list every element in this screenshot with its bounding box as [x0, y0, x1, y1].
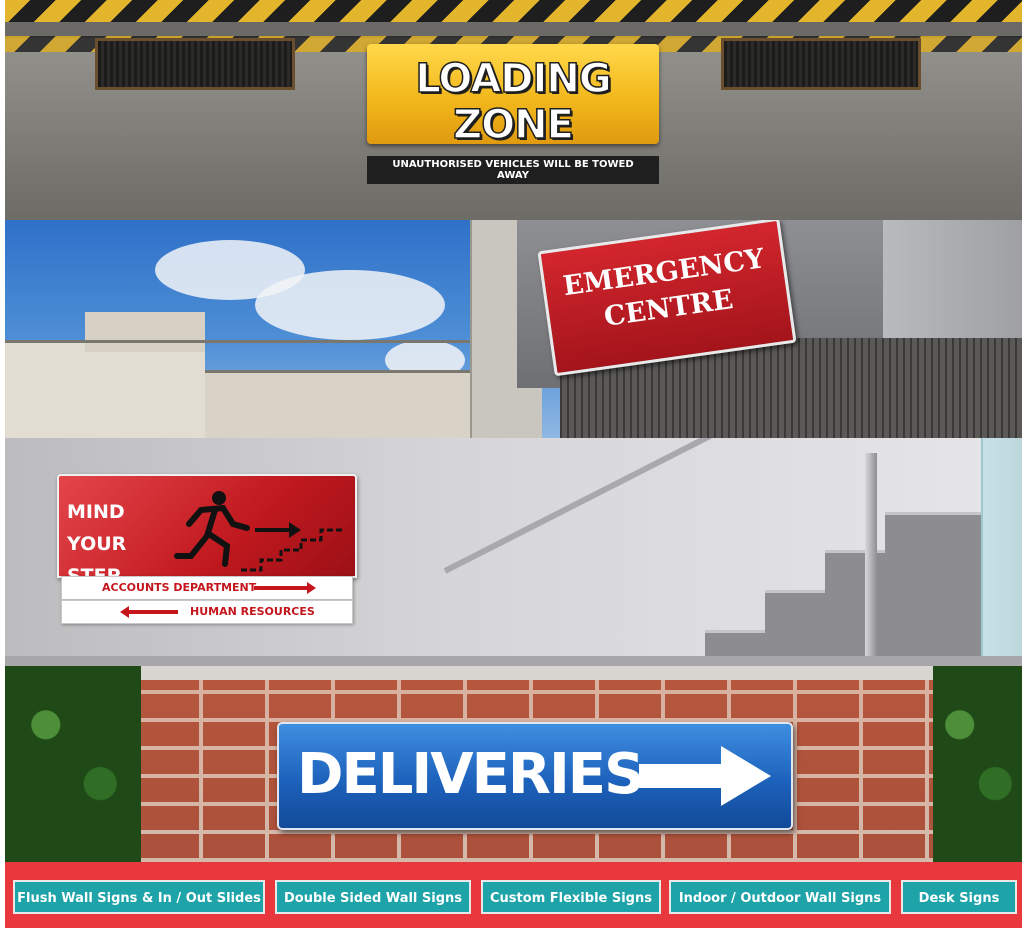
mind-your-step-sign: MIND YOUR STEP — [57, 474, 357, 587]
arrow-right-icon — [639, 746, 771, 806]
nav-indoor-outdoor-wall-signs[interactable]: Indoor / Outdoor Wall Signs — [669, 880, 891, 914]
deliveries-sign: DELIVERIES — [277, 722, 793, 830]
loading-zone-title: LOADING ZONE — [415, 55, 613, 149]
hazard-stripes — [5, 0, 1022, 22]
stairs-icon — [241, 528, 343, 572]
direction-accounts: ACCOUNTS DEPARTMENT — [61, 576, 353, 600]
emergency-centre-banner: EMERGENCY CENTRE — [5, 220, 1022, 438]
category-nav: Flush Wall Signs & In / Out Slides Doubl… — [5, 862, 1022, 928]
loading-zone-sign: LOADING ZONE UNAUTHORISED VEHICLES WILL … — [367, 44, 659, 184]
loading-zone-banner: LOADING ZONE UNAUTHORISED VEHICLES WILL … — [5, 0, 1022, 220]
direction-hr-label: HUMAN RESOURCES — [190, 605, 315, 618]
nav-flush-wall-signs[interactable]: Flush Wall Signs & In / Out Slides — [13, 880, 265, 914]
roof-line — [205, 370, 470, 373]
arrow-right-icon — [254, 582, 316, 594]
stair-step — [825, 550, 981, 593]
glass-panel — [981, 438, 1022, 666]
dock-bumper-left — [95, 38, 295, 90]
stair-step — [705, 630, 981, 659]
roof-line — [5, 340, 470, 343]
ivy-left — [5, 666, 141, 862]
deliveries-banner: DELIVERIES — [5, 666, 1022, 862]
handrail-post — [865, 453, 877, 666]
mind-your-step-banner: MIND YOUR STEP ACCOUNTS DEPARTMENT HUMAN… — [5, 438, 1022, 666]
dock-bumper-right — [721, 38, 921, 90]
cloud — [255, 270, 445, 340]
deliveries-title: DELIVERIES — [297, 742, 644, 807]
nav-desk-signs[interactable]: Desk Signs — [901, 880, 1017, 914]
stair-step — [885, 512, 981, 553]
building — [5, 340, 205, 438]
ivy-right — [933, 666, 1022, 862]
loading-zone-subtitle: UNAUTHORISED VEHICLES WILL BE TOWED AWAY — [367, 156, 659, 184]
nav-double-sided-wall-signs[interactable]: Double Sided Wall Signs — [275, 880, 471, 914]
nav-custom-flexible-signs[interactable]: Custom Flexible Signs — [481, 880, 661, 914]
mind-step-line-1: MIND YOUR — [67, 501, 127, 555]
floor-strip — [5, 656, 1022, 666]
ledge-strip — [5, 666, 1022, 680]
direction-accounts-label: ACCOUNTS DEPARTMENT — [102, 581, 257, 594]
arrow-left-icon — [120, 606, 178, 618]
building-wing — [205, 370, 470, 438]
building-top — [85, 312, 205, 352]
direction-hr: HUMAN RESOURCES — [61, 600, 353, 624]
